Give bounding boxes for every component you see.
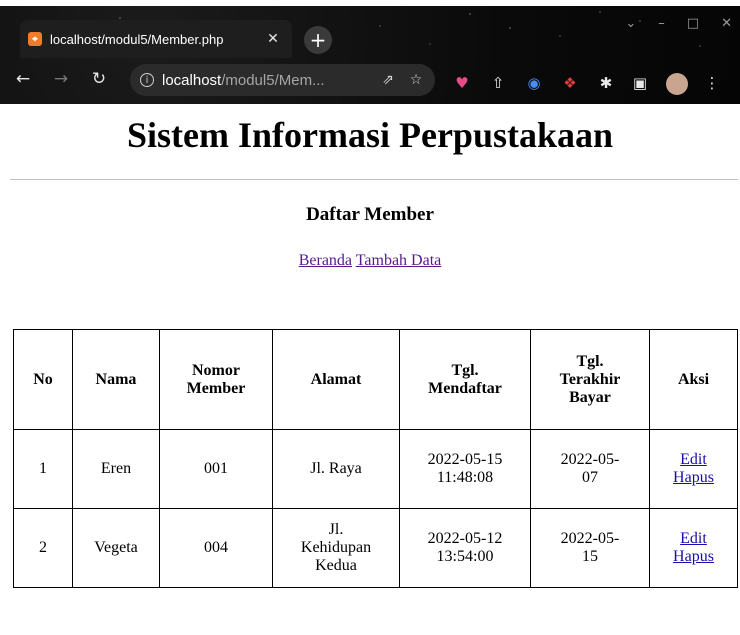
header-nomor-member: Nomor Member bbox=[159, 329, 273, 430]
profile-avatar[interactable] bbox=[666, 73, 688, 95]
bookmark-star-icon[interactable]: ☆ bbox=[406, 70, 426, 90]
new-tab-button[interactable]: + bbox=[304, 26, 332, 54]
cell-tgl-daftar: 2022-05-15 11:48:08 bbox=[399, 429, 531, 509]
cell-aksi: Edit Hapus bbox=[649, 508, 738, 588]
screen-extension-icon[interactable]: ◉ bbox=[524, 73, 544, 93]
edit-link[interactable]: Edit bbox=[654, 451, 733, 469]
cell-tgl-bayar: 2022-05-07 bbox=[530, 429, 650, 509]
divider bbox=[10, 179, 738, 180]
member-table: No Nama Nomor Member Alamat Tgl. Mendaft… bbox=[13, 329, 738, 588]
edit-link[interactable]: Edit bbox=[654, 530, 733, 548]
header-tgl-mendaftar: Tgl. Mendaftar bbox=[399, 329, 531, 430]
cell-nomor: 001 bbox=[159, 429, 273, 509]
cell-nama: Vegeta bbox=[72, 508, 160, 588]
cell-no: 1 bbox=[13, 429, 73, 509]
window-close-icon[interactable]: ✕ bbox=[721, 16, 732, 31]
xampp-icon: ⌖ bbox=[28, 32, 42, 46]
beranda-link[interactable]: Beranda bbox=[299, 252, 352, 269]
header-alamat: Alamat bbox=[272, 329, 400, 430]
info-icon[interactable]: i bbox=[140, 73, 154, 87]
table-header-row: No Nama Nomor Member Alamat Tgl. Mendaft… bbox=[13, 329, 738, 430]
cell-tgl-bayar: 2022-05-15 bbox=[530, 508, 650, 588]
upload-extension-icon[interactable]: ⇧ bbox=[488, 73, 508, 93]
cell-no: 2 bbox=[13, 508, 73, 588]
table-row: 2 Vegeta 004 Jl. Kehidupan Kedua 2022-05… bbox=[13, 508, 738, 588]
menu-dots-icon[interactable]: ⋮ bbox=[702, 73, 722, 93]
browser-tab[interactable]: ⌖ localhost/modul5/Member.php ✕ bbox=[20, 20, 292, 58]
close-icon[interactable]: ✕ bbox=[264, 30, 282, 48]
browser-chrome: ⌖ localhost/modul5/Member.php ✕ + ⌄ – □ … bbox=[0, 6, 740, 104]
tambah-data-link[interactable]: Tambah Data bbox=[356, 252, 442, 269]
window-controls: ⌄ – □ ✕ bbox=[625, 16, 732, 31]
address-bar[interactable]: i localhost/modul5/Mem... ⇗ ☆ bbox=[130, 64, 435, 96]
eye-off-extension-icon[interactable]: ❖ bbox=[560, 73, 580, 93]
cell-nama: Eren bbox=[72, 429, 160, 509]
hapus-link[interactable]: Hapus bbox=[654, 548, 733, 566]
url-text: localhost/modul5/Mem... bbox=[162, 71, 325, 89]
page-content: Sistem Informasi Perpustakaan Daftar Mem… bbox=[0, 104, 740, 635]
side-panel-icon[interactable]: ▣ bbox=[630, 73, 650, 93]
forward-icon[interactable]: → bbox=[48, 66, 74, 92]
cell-nomor: 004 bbox=[159, 508, 273, 588]
minimize-icon[interactable]: – bbox=[658, 16, 665, 31]
nav-links: Beranda Tambah Data bbox=[0, 252, 740, 270]
cell-tgl-daftar: 2022-05-12 13:54:00 bbox=[399, 508, 531, 588]
maximize-icon[interactable]: □ bbox=[687, 16, 699, 31]
cell-aksi: Edit Hapus bbox=[649, 429, 738, 509]
cell-alamat: Jl. Kehidupan Kedua bbox=[272, 508, 400, 588]
hapus-link[interactable]: Hapus bbox=[654, 469, 733, 487]
puzzle-extensions-icon[interactable]: ✱ bbox=[596, 73, 616, 93]
heart-extension-icon[interactable]: ♥ bbox=[452, 73, 472, 93]
reload-icon[interactable]: ↻ bbox=[86, 66, 112, 92]
share-icon[interactable]: ⇗ bbox=[378, 70, 398, 90]
header-aksi: Aksi bbox=[649, 329, 738, 430]
header-no: No bbox=[13, 329, 73, 430]
header-tgl-terakhir-bayar: Tgl. Terakhir Bayar bbox=[530, 329, 650, 430]
tab-title: localhost/modul5/Member.php bbox=[50, 31, 224, 47]
browser-toolbar: ← → ↻ i localhost/modul5/Mem... ⇗ ☆ ♥ ⇧ … bbox=[0, 58, 740, 100]
table-row: 1 Eren 001 Jl. Raya 2022-05-15 11:48:08 … bbox=[13, 429, 738, 509]
page-title: Sistem Informasi Perpustakaan bbox=[126, 115, 614, 155]
header-nama: Nama bbox=[72, 329, 160, 430]
tab-search-icon[interactable]: ⌄ bbox=[625, 16, 636, 31]
cell-alamat: Jl. Raya bbox=[272, 429, 400, 509]
section-title: Daftar Member bbox=[306, 204, 434, 225]
back-icon[interactable]: ← bbox=[10, 66, 36, 92]
